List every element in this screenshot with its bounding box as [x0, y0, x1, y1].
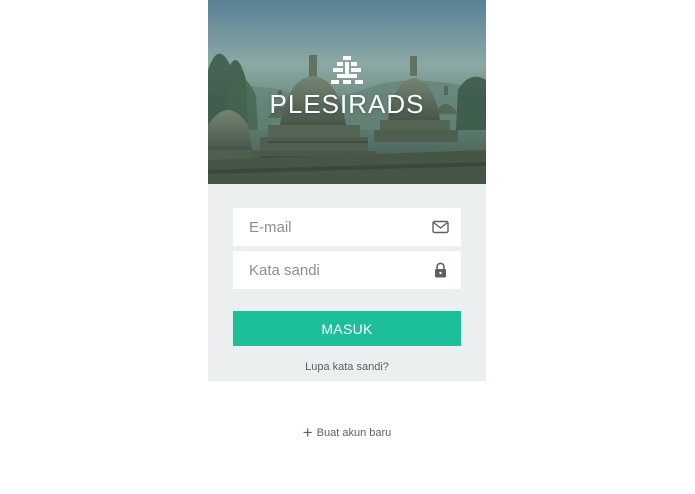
- password-field-container[interactable]: [233, 251, 461, 289]
- login-button[interactable]: MASUK: [233, 311, 461, 346]
- login-screen: PLESIRADS MASUK Lupa kata sandi? +Buat a…: [208, 0, 486, 494]
- hero-banner: PLESIRADS: [208, 0, 486, 184]
- envelope-icon: [432, 220, 449, 234]
- login-form: MASUK Lupa kata sandi?: [208, 184, 486, 381]
- plus-icon: +: [302, 423, 313, 442]
- brand-name: PLESIRADS: [269, 89, 425, 119]
- temple-logo-icon: [331, 56, 363, 84]
- email-field-container[interactable]: [233, 208, 461, 246]
- lock-icon: [435, 262, 446, 278]
- forgot-password-link[interactable]: Lupa kata sandi?: [208, 361, 486, 373]
- email-field[interactable]: [249, 208, 429, 246]
- create-account-label: Buat akun baru: [316, 427, 392, 439]
- create-account-link[interactable]: + Buat akun baru: [208, 423, 486, 443]
- password-field[interactable]: [249, 251, 429, 289]
